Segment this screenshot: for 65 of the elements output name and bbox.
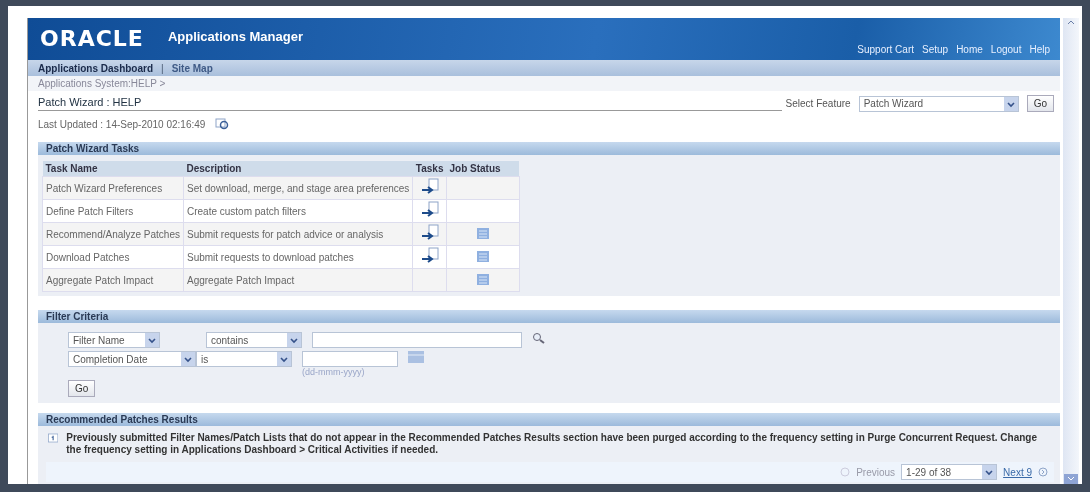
table-cell: Submit requests for patch advice or analysis (183, 222, 413, 246)
table-cell: Recommend/Analyze Patches (42, 222, 184, 246)
column-header: Description (183, 161, 413, 177)
task-icon[interactable] (419, 201, 440, 219)
caret-icon (287, 333, 301, 347)
status-icon[interactable] (476, 273, 489, 285)
header-link[interactable]: Help (1029, 44, 1050, 55)
scroll-up-icon[interactable] (1066, 18, 1076, 26)
column-header: Job Status (446, 161, 520, 177)
task-icon[interactable] (419, 224, 440, 242)
caret-icon (145, 333, 159, 347)
next-link[interactable]: Next 9 (1003, 466, 1032, 478)
last-updated: Last Updated : 14-Sep-2010 02:16:49 (38, 118, 206, 130)
filter-value-field[interactable] (312, 332, 522, 348)
status-icon[interactable] (476, 250, 489, 262)
scrollbar[interactable] (1063, 18, 1079, 484)
caret-icon (982, 465, 997, 479)
field-select[interactable]: Filter Name (68, 332, 160, 348)
scroll-down-icon[interactable] (1064, 474, 1078, 484)
header-link[interactable]: Home (956, 44, 983, 55)
table-cell: Aggregate Patch Impact (42, 268, 184, 292)
operator-select[interactable]: contains (206, 332, 302, 348)
section-title: Recommended Patches Results (46, 414, 198, 425)
column-header: Task Name (42, 161, 184, 177)
caret-icon (181, 352, 195, 366)
feature-label: Select Feature (785, 98, 851, 109)
header-link[interactable]: Support Cart (857, 44, 914, 55)
caret-icon (277, 352, 291, 366)
section-title: Patch Wizard Tasks (46, 143, 140, 154)
search-icon[interactable] (532, 332, 546, 344)
page-title: Patch Wizard : HELP (38, 96, 782, 111)
table-cell: Create custom patch filters (183, 199, 413, 223)
task-icon[interactable] (419, 247, 440, 265)
date-format-hint: (dd-mmm-yyyy) (302, 367, 366, 377)
column-header: Tasks (412, 161, 447, 177)
logo: ORACLE (40, 26, 144, 51)
caret-icon (1003, 96, 1018, 111)
table-cell: Submit requests to download patches (183, 245, 413, 269)
separator: | (161, 62, 164, 74)
header-link[interactable]: Setup (922, 44, 949, 55)
header-link[interactable]: Logout (990, 44, 1022, 55)
go-button[interactable]: Go (68, 380, 96, 397)
task-icon[interactable] (419, 178, 440, 196)
table-cell: Aggregate Patch Impact (183, 268, 413, 292)
field-select[interactable]: Completion Date (68, 351, 196, 367)
table-cell: Download Patches (42, 245, 184, 269)
range-select[interactable]: 1-29 of 38 (901, 464, 998, 480)
info-message: Previously submitted Filter Names/Patch Lists that do not appear in the Recommended Patches Results section have been purged according to the frequency setting in Purge Concurrent Request. Change the frequency setting in Applications Dashboard > Critical Activities if needed. (66, 432, 1038, 456)
next-icon[interactable] (1038, 467, 1048, 477)
section-title: Filter Criteria (46, 311, 109, 322)
calendar-icon[interactable] (408, 351, 424, 363)
table-cell: Define Patch Filters (42, 199, 184, 223)
operator-select[interactable]: is (196, 351, 292, 367)
date-field[interactable] (302, 351, 398, 367)
nav-tab[interactable]: Site Map (171, 62, 213, 74)
feature-select[interactable]: Patch Wizard (858, 95, 1019, 112)
info-icon (48, 432, 59, 444)
nav-tab[interactable]: Applications Dashboard (38, 62, 153, 74)
status-icon[interactable] (476, 227, 489, 239)
go-button[interactable]: Go (1026, 95, 1054, 112)
table-cell: Patch Wizard Preferences (42, 176, 184, 200)
previous-icon (840, 467, 851, 477)
table-cell: Set download, merge, and stage area preferences (183, 176, 413, 200)
refresh-icon[interactable] (215, 118, 230, 130)
app-title: Applications Manager (167, 29, 303, 46)
